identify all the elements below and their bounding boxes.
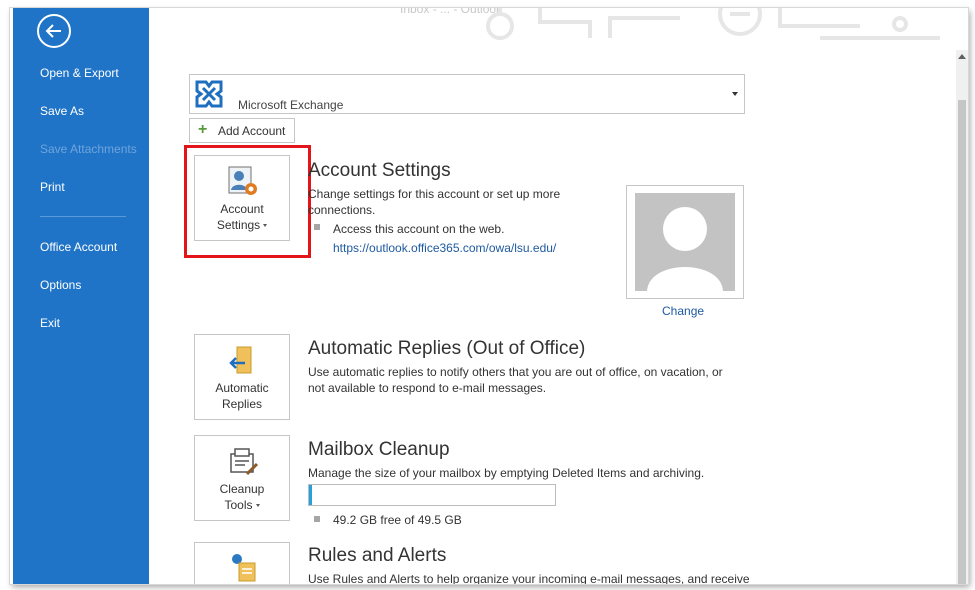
mailbox-free-space: 49.2 GB free of 49.5 GB xyxy=(333,513,462,527)
account-settings-label-2: Settings xyxy=(195,217,289,233)
account-settings-icon xyxy=(228,166,257,195)
nav-print[interactable]: Print xyxy=(40,180,65,194)
plus-icon: + xyxy=(198,121,208,138)
rules-alerts-button[interactable] xyxy=(194,542,290,584)
account-settings-title: Account Settings xyxy=(308,160,451,181)
nav-exit[interactable]: Exit xyxy=(40,316,60,330)
account-settings-label-1: Account xyxy=(220,202,264,216)
exchange-icon xyxy=(195,80,223,108)
account-info-panel: Microsoft Exchange + Add Account Account… xyxy=(149,8,956,584)
backstage-nav: Open & Export Save As Save Attachments P… xyxy=(13,8,149,584)
profile-photo[interactable] xyxy=(626,185,744,299)
bullet-icon xyxy=(314,224,320,230)
outlook-window: Inbox - ... - Outlook Open & Export Save… xyxy=(10,8,968,584)
web-access-text: Access this account on the web. xyxy=(333,222,505,236)
nav-options[interactable]: Options xyxy=(40,278,81,292)
automatic-replies-icon xyxy=(229,346,252,374)
cleanup-tools-label-2: Tools xyxy=(195,497,289,513)
automatic-replies-button[interactable]: Automatic Replies xyxy=(194,334,290,420)
mailbox-usage-fill xyxy=(309,485,312,505)
nav-open-export[interactable]: Open & Export xyxy=(40,66,119,80)
rules-alerts-title: Rules and Alerts xyxy=(308,545,447,566)
scroll-up-arrow-icon[interactable] xyxy=(958,54,966,59)
account-settings-button[interactable]: Account Settings xyxy=(194,155,290,241)
automatic-replies-label-2: Replies xyxy=(221,397,263,411)
mailbox-cleanup-title: Mailbox Cleanup xyxy=(308,439,450,460)
mailbox-cleanup-desc: Manage the size of your mailbox by empty… xyxy=(308,466,705,480)
nav-save-as[interactable]: Save As xyxy=(40,104,84,118)
back-button[interactable] xyxy=(37,14,71,48)
change-photo-link[interactable]: Change xyxy=(662,304,704,318)
automatic-replies-desc-2: not available to respond to e-mail messa… xyxy=(308,381,547,395)
account-selector[interactable]: Microsoft Exchange xyxy=(189,74,745,114)
automatic-replies-title: Automatic Replies (Out of Office) xyxy=(308,338,586,359)
dropdown-caret-icon xyxy=(255,504,260,508)
automatic-replies-desc-1: Use automatic replies to notify others t… xyxy=(308,365,723,379)
add-account-label: Add Account xyxy=(218,124,286,138)
nav-office-account[interactable]: Office Account xyxy=(40,240,117,254)
account-selector-value: Microsoft Exchange xyxy=(238,98,344,112)
vertical-scrollbar[interactable] xyxy=(956,50,968,584)
nav-divider xyxy=(40,216,126,217)
bullet-icon xyxy=(314,516,320,522)
rules-alerts-icon xyxy=(232,554,256,582)
nav-save-attachments: Save Attachments xyxy=(40,142,137,156)
mailbox-usage-bar xyxy=(308,484,556,506)
owa-link[interactable]: https://outlook.office365.com/owa/lsu.ed… xyxy=(333,240,556,256)
rules-alerts-desc: Use Rules and Alerts to help organize yo… xyxy=(308,572,750,584)
back-arrow-icon xyxy=(45,24,61,38)
cleanup-tools-label-1: Cleanup xyxy=(219,482,265,496)
account-settings-desc-2: connections. xyxy=(308,203,376,217)
cleanup-tools-icon xyxy=(230,448,259,476)
dropdown-caret-icon xyxy=(263,224,268,228)
scroll-thumb[interactable] xyxy=(958,100,966,584)
account-settings-desc-1: Change settings for this account or set … xyxy=(308,187,561,201)
user-silhouette-icon xyxy=(635,193,735,291)
automatic-replies-label-1: Automatic xyxy=(215,381,269,395)
add-account-button[interactable]: + Add Account xyxy=(189,118,295,143)
cleanup-tools-button[interactable]: Cleanup Tools xyxy=(194,435,290,521)
chevron-down-icon xyxy=(732,92,738,96)
